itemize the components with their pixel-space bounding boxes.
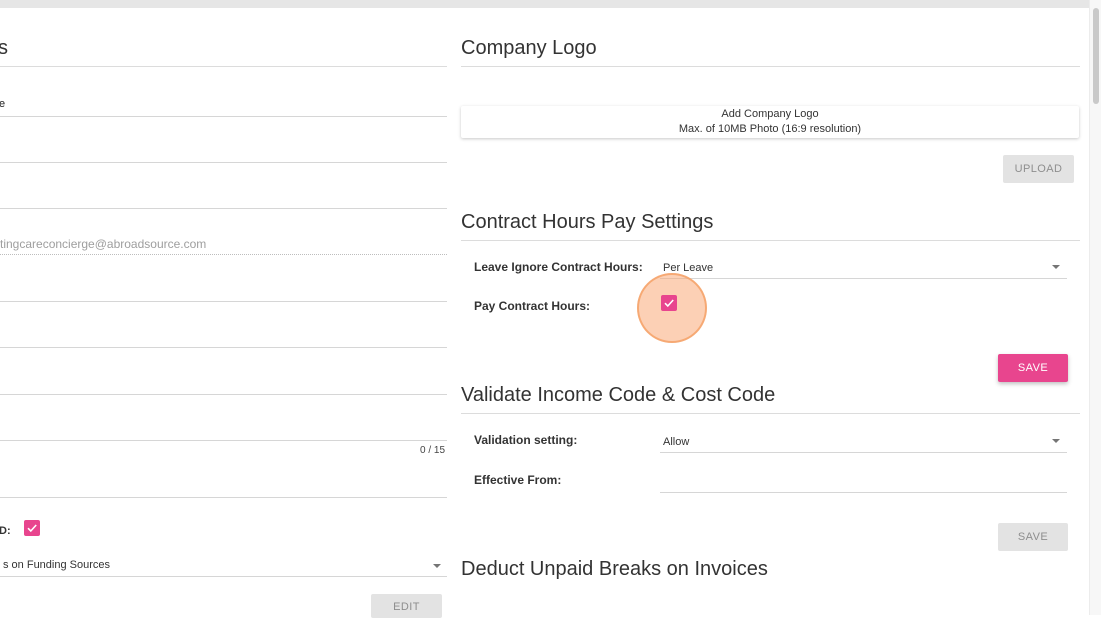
character-counter: 0 / 15 bbox=[420, 445, 446, 456]
check-icon bbox=[27, 524, 37, 533]
pay-contract-label: Pay Contract Hours: bbox=[474, 299, 591, 313]
contract-hours-title: Contract Hours Pay Settings bbox=[461, 211, 714, 233]
chevron-down-icon bbox=[433, 564, 441, 568]
left-field-9-input[interactable] bbox=[0, 497, 447, 498]
left-section-title: s bbox=[0, 37, 8, 59]
validation-setting-select[interactable] bbox=[660, 452, 1067, 453]
effective-from-label: Effective From: bbox=[474, 473, 562, 487]
funding-select[interactable] bbox=[0, 576, 447, 577]
add-logo-dropzone[interactable]: Add Company Logo Max. of 10MB Photo (16:… bbox=[461, 106, 1079, 138]
left-field-1-input[interactable] bbox=[0, 116, 447, 117]
funding-select-value: s on Funding Sources bbox=[3, 559, 111, 571]
validation-setting-value: Allow bbox=[663, 436, 690, 448]
left-checkbox[interactable] bbox=[24, 520, 40, 536]
deduct-breaks-title: Deduct Unpaid Breaks on Invoices bbox=[461, 558, 768, 580]
email-field-value: tingcareconcierge@abroadsource.com bbox=[0, 237, 207, 251]
chevron-down-icon bbox=[1052, 265, 1060, 269]
validate-codes-title: Validate Income Code & Cost Code bbox=[461, 384, 776, 406]
validate-codes-save-button[interactable]: SAVE bbox=[998, 523, 1068, 551]
left-field-label: e bbox=[0, 98, 6, 110]
edit-button[interactable]: EDIT bbox=[371, 594, 442, 618]
chevron-down-icon bbox=[1052, 439, 1060, 443]
left-section-divider bbox=[0, 66, 447, 67]
pay-contract-checkbox[interactable] bbox=[661, 295, 677, 311]
left-field-3-input[interactable] bbox=[0, 208, 447, 209]
top-bar bbox=[0, 0, 1101, 8]
left-field-5-input[interactable] bbox=[0, 301, 447, 302]
scrollbar-thumb[interactable] bbox=[1093, 8, 1099, 104]
add-logo-text: Add Company Logo bbox=[721, 108, 819, 120]
left-field-6-input[interactable] bbox=[0, 347, 447, 348]
left-field-7-input[interactable] bbox=[0, 394, 447, 395]
email-field[interactable] bbox=[0, 254, 447, 255]
contract-hours-divider bbox=[461, 240, 1080, 241]
effective-from-input[interactable] bbox=[660, 492, 1067, 493]
left-field-2-input[interactable] bbox=[0, 162, 447, 163]
max-size-text: Max. of 10MB Photo (16:9 resolution) bbox=[678, 123, 862, 135]
leave-ignore-select[interactable] bbox=[660, 278, 1067, 279]
check-icon bbox=[664, 299, 674, 308]
leave-ignore-label: Leave Ignore Contract Hours: bbox=[474, 260, 643, 274]
left-checkbox-label: D: bbox=[0, 525, 11, 537]
company-logo-divider bbox=[461, 66, 1080, 67]
validate-codes-divider bbox=[461, 413, 1080, 414]
validation-setting-label: Validation setting: bbox=[474, 433, 578, 447]
upload-button[interactable]: UPLOAD bbox=[1003, 155, 1074, 183]
left-field-8-input[interactable] bbox=[0, 440, 447, 441]
contract-hours-save-button[interactable]: SAVE bbox=[998, 354, 1068, 382]
company-logo-title: Company Logo bbox=[461, 37, 597, 59]
